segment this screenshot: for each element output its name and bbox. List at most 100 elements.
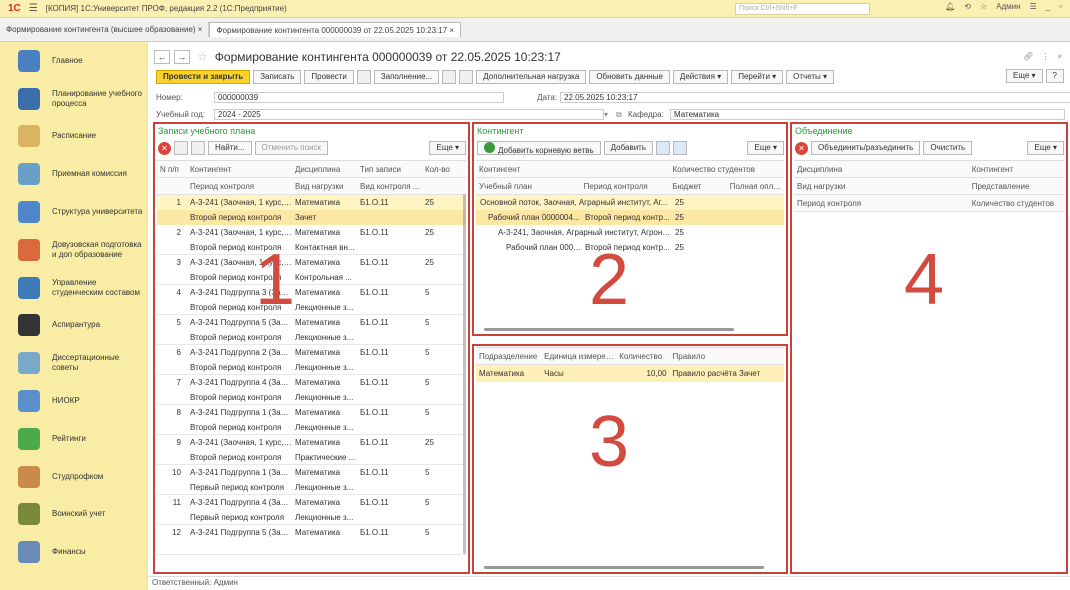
window-title: [КОПИЯ] 1С:Университет ПРОФ, редакция 2.… bbox=[45, 4, 287, 13]
star-icon[interactable]: ☆ bbox=[980, 2, 987, 11]
table-row[interactable]: 4 А-3-241 Подгруппа 3 (Заоч... Математик… bbox=[157, 285, 466, 315]
goto-button[interactable]: Перейти ▾ bbox=[731, 70, 784, 84]
date-input[interactable]: 22.05.2025 10:23:17 bbox=[560, 92, 1070, 103]
table-row[interactable]: 5 А-3-241 Подгруппа 5 (Заоч... Математик… bbox=[157, 315, 466, 345]
fill-button[interactable]: Заполнение... bbox=[373, 70, 440, 84]
favorite-star-icon[interactable]: ☆ bbox=[197, 50, 208, 64]
table-row[interactable]: 9 А-3-241 (Заочная, 1 курс, ... Математи… bbox=[157, 435, 466, 465]
table-row[interactable]: 3 А-3-241 (Заочная, 1 курс, ... Математи… bbox=[157, 255, 466, 285]
minimize-icon[interactable]: _ bbox=[1046, 2, 1050, 11]
number-input[interactable]: 000000039 bbox=[214, 92, 504, 103]
back-button[interactable]: ← bbox=[154, 50, 170, 64]
section-icon bbox=[18, 201, 40, 224]
sidebar-item[interactable]: Воинский учет bbox=[0, 496, 147, 534]
row-line: 12 А-3-241 Подгруппа 5 (Заоч... Математи… bbox=[157, 525, 466, 540]
table-row[interactable]: Основной поток, Заочная, Аграрный инстит… bbox=[476, 195, 784, 210]
add-root-button[interactable]: Добавить корневую ветвь bbox=[477, 141, 601, 155]
add-root-label: Добавить корневую ветвь bbox=[498, 146, 594, 155]
panel-merge: Объединение ✕ Объединить/разъединить Очи… bbox=[790, 122, 1068, 574]
table-row[interactable]: 8 А-3-241 Подгруппа 1 (Заоч... Математик… bbox=[157, 405, 466, 435]
dept-input[interactable]: Математика bbox=[670, 109, 1065, 120]
sidebar-item[interactable]: Студпрофком bbox=[0, 458, 147, 496]
more-button[interactable]: Еще ▾ bbox=[1006, 69, 1043, 83]
delete-icon[interactable]: ✕ bbox=[158, 141, 171, 155]
open-icon[interactable]: ⧉ bbox=[616, 110, 628, 120]
table-row[interactable]: 10 А-3-241 Подгруппа 1 (Заоч... Математи… bbox=[157, 465, 466, 495]
list-icon[interactable] bbox=[191, 141, 205, 155]
dropdown-icon[interactable]: ▾ bbox=[604, 110, 616, 119]
edit-icon[interactable] bbox=[174, 141, 188, 155]
actions-button[interactable]: Действия ▾ bbox=[672, 70, 729, 84]
bell-icon[interactable]: 🔔︎ bbox=[945, 2, 955, 11]
clear-button[interactable]: Очистить bbox=[923, 141, 973, 155]
close-icon[interactable]: × bbox=[1057, 52, 1062, 61]
sidebar-item[interactable]: Структура университета bbox=[0, 193, 147, 231]
table-row[interactable]: Математика Часы 10,00 Правило расчёта За… bbox=[476, 365, 784, 382]
menu-icon[interactable]: ☰ bbox=[29, 3, 38, 14]
document-form: ← → ☆ Формирование контингента 000000039… bbox=[148, 42, 1070, 590]
panel3-hscroll[interactable] bbox=[484, 566, 764, 569]
add-button[interactable]: Добавить bbox=[603, 141, 654, 155]
col-discipline: Дисциплина bbox=[295, 164, 341, 174]
post-close-button[interactable]: Провести и закрыть bbox=[156, 70, 251, 84]
tab-document[interactable]: Формирование контингента 000000039 от 22… bbox=[209, 22, 462, 37]
find-button[interactable]: Найти... bbox=[208, 141, 252, 155]
move-up-icon[interactable] bbox=[656, 141, 671, 155]
history-icon[interactable]: ⟲ bbox=[964, 2, 971, 11]
row-period: Первый период контроля bbox=[190, 513, 285, 522]
restore-icon[interactable]: ▫ bbox=[1059, 2, 1062, 11]
post-button[interactable]: Провести bbox=[304, 70, 354, 84]
panel1-more-button[interactable]: Еще ▾ bbox=[429, 141, 466, 155]
help-button[interactable]: ? bbox=[1045, 69, 1064, 83]
table-row[interactable]: 1 А-3-241 (Заочная, 1 курс, ... Математи… bbox=[157, 195, 466, 225]
print-icon[interactable] bbox=[459, 70, 474, 84]
year-input[interactable]: 2024 - 2025 bbox=[214, 109, 604, 120]
panel2-hscroll[interactable] bbox=[484, 328, 734, 331]
sidebar-item[interactable]: НИОКР bbox=[0, 382, 147, 420]
sidebar-item[interactable]: Планирование учебного процесса bbox=[0, 80, 147, 118]
cancel-find-button[interactable]: Отменить поиск bbox=[254, 141, 329, 155]
panel4-more-button[interactable]: Еще ▾ bbox=[1027, 141, 1064, 155]
copy-icon[interactable] bbox=[356, 70, 371, 84]
table-row[interactable]: 2 А-3-241 (Заочная, 1 курс, ... Математи… bbox=[157, 225, 466, 255]
table-row[interactable]: 12 А-3-241 Подгруппа 5 (Заоч... Математи… bbox=[157, 525, 466, 555]
tab-list[interactable]: Формирование контингента (высшее образов… bbox=[0, 22, 210, 37]
table-row[interactable]: Рабочий план 0000004... Второй период ко… bbox=[476, 210, 784, 225]
table-row[interactable]: 11 А-3-241 Подгруппа 4 (Заоч... Математи… bbox=[157, 495, 466, 525]
table-row[interactable]: А-3-241, Заочная, Аграрный институт, Агр… bbox=[476, 225, 784, 240]
sidebar-item[interactable]: Приемная комиссия bbox=[0, 155, 147, 193]
user-name[interactable]: Админ bbox=[996, 2, 1020, 11]
sidebar-item[interactable]: Главное bbox=[0, 42, 147, 80]
sidebar-item[interactable]: Расписание bbox=[0, 118, 147, 156]
sidebar-item[interactable]: Довузовская подготовка и доп образование bbox=[0, 231, 147, 269]
row-record-type: Б1.О.11 bbox=[360, 318, 389, 327]
sidebar-item[interactable]: Диссертационные советы bbox=[0, 344, 147, 382]
sidebar-item[interactable]: Финансы bbox=[0, 533, 147, 571]
col-k-period: Период контроля bbox=[583, 181, 648, 191]
row-period: Второй период контроля bbox=[190, 453, 282, 462]
merge-button[interactable]: Объединить/разъединить bbox=[811, 141, 921, 155]
link-icon[interactable]: 🔗︎ bbox=[1023, 52, 1033, 61]
table-row[interactable]: 7 А-3-241 Подгруппа 4 (Заоч... Математик… bbox=[157, 375, 466, 405]
col-k-students: Количество студентов bbox=[672, 164, 755, 174]
sidebar-item[interactable]: Управление студенческим составом bbox=[0, 269, 147, 307]
sidebar-item[interactable]: Аспирантура bbox=[0, 307, 147, 345]
sidebar-item[interactable]: Рейтинги bbox=[0, 420, 147, 458]
reports-button[interactable]: Отчеты ▾ bbox=[786, 70, 835, 84]
delete-icon[interactable]: ✕ bbox=[795, 141, 808, 155]
panel1-toolbar: ✕ Найти... Отменить поиск bbox=[158, 141, 329, 155]
forward-button[interactable]: → bbox=[174, 50, 190, 64]
move-down-icon[interactable] bbox=[673, 141, 688, 155]
save-button[interactable]: Записать bbox=[253, 70, 302, 84]
refresh-button[interactable]: Обновить данные bbox=[589, 70, 670, 84]
extra-load-button[interactable]: Дополнительная нагрузка bbox=[476, 70, 587, 84]
global-search-input[interactable]: Поиск Ctrl+Shift+F bbox=[735, 3, 870, 15]
table-row[interactable]: Рабочий план 0000... Второй период контр… bbox=[476, 240, 784, 255]
more-menu-icon[interactable]: ⋮ bbox=[1041, 52, 1049, 61]
panel2-more-button[interactable]: Еще ▾ bbox=[747, 141, 784, 155]
settings-icon[interactable]: ☰ bbox=[1030, 2, 1037, 11]
table-row[interactable]: 6 А-3-241 Подгруппа 2 (Заоч... Математик… bbox=[157, 345, 466, 375]
panel1-scrollbar[interactable] bbox=[463, 194, 466, 554]
document-icon[interactable] bbox=[442, 70, 457, 84]
row-load: Контактная вн... bbox=[295, 243, 355, 252]
